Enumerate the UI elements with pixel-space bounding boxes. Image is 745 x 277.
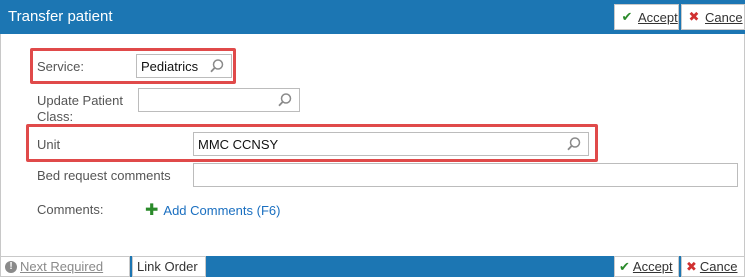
footer-accept-button[interactable]: ✔ Accept bbox=[614, 256, 679, 277]
dialog-titlebar: Transfer patient ✔ Accept ✖ Cance bbox=[0, 0, 745, 34]
comments-label: Comments: bbox=[37, 202, 104, 217]
next-required-button[interactable]: ! Next Required bbox=[0, 256, 130, 277]
dialog-title: Transfer patient bbox=[8, 8, 113, 25]
add-comments-label: Add Comments (F6) bbox=[163, 202, 281, 218]
checkmark-icon: ✔ bbox=[619, 258, 630, 274]
next-required-label: Next Required bbox=[20, 259, 104, 274]
close-icon: ✖ bbox=[688, 9, 700, 24]
footer-cancel-label: Cance bbox=[699, 259, 738, 274]
dialog-footer: ! Next Required Link Order ✔ Accept ✖ Ca… bbox=[0, 256, 745, 277]
service-field[interactable]: Pediatrics bbox=[136, 54, 232, 78]
link-order-button[interactable]: Link Order bbox=[132, 256, 206, 277]
bed-request-field[interactable] bbox=[193, 163, 738, 187]
patient-class-label-line2: Class: bbox=[37, 109, 74, 124]
plus-icon: ✚ bbox=[145, 202, 159, 219]
add-comments-link[interactable]: ✚ Add Comments (F6) bbox=[145, 200, 280, 220]
service-label: Service: bbox=[37, 59, 84, 74]
footer-cancel-button[interactable]: ✖ Cance bbox=[681, 256, 745, 277]
unit-field[interactable]: MMC CCNSY bbox=[193, 132, 589, 156]
link-order-label: Link Order bbox=[137, 259, 198, 274]
patient-class-field[interactable] bbox=[138, 88, 300, 112]
patient-class-label-line1: Update Patient bbox=[37, 93, 124, 108]
service-value: Pediatrics bbox=[141, 59, 199, 74]
unit-value: MMC CCNSY bbox=[198, 137, 279, 152]
cancel-button-label: Cance bbox=[705, 9, 743, 25]
search-icon[interactable] bbox=[566, 136, 582, 152]
footer-accept-label: Accept bbox=[632, 259, 673, 274]
transfer-patient-dialog: Transfer patient ✔ Accept ✖ Cance Servic… bbox=[0, 0, 745, 277]
bed-request-label: Bed request comments bbox=[37, 168, 171, 183]
info-icon: ! bbox=[5, 260, 17, 273]
unit-label: Unit bbox=[37, 137, 61, 152]
checkmark-icon: ✔ bbox=[621, 9, 633, 24]
close-icon: ✖ bbox=[686, 258, 697, 274]
cancel-button[interactable]: ✖ Cance bbox=[681, 4, 745, 30]
accept-button-label: Accept bbox=[638, 9, 678, 25]
search-icon[interactable] bbox=[277, 92, 293, 108]
accept-button[interactable]: ✔ Accept bbox=[614, 4, 679, 30]
search-icon[interactable] bbox=[209, 58, 225, 74]
